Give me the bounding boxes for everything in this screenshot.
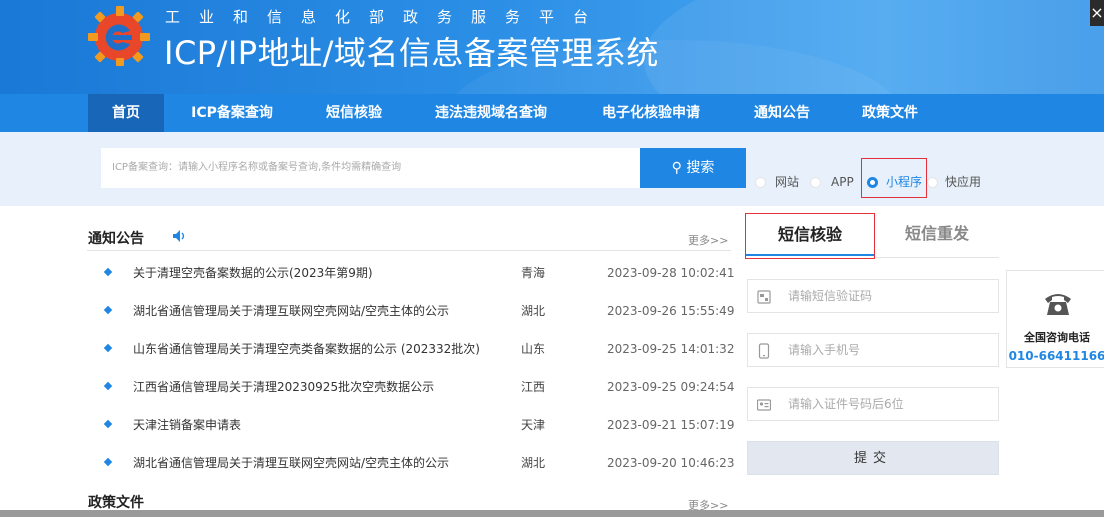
list-item[interactable]: 天津注销备案申请表 天津 2023-09-21 15:07:19 [87, 415, 735, 435]
notice-date: 2023-09-26 15:55:49 [607, 304, 735, 318]
policy-title: 政策文件 [88, 495, 144, 511]
search-icon: ⚲ [671, 160, 682, 176]
notice-title[interactable]: 山东省通信管理局关于清理空壳类备案数据的公示 (202332批次) [133, 339, 480, 359]
radio-label-website[interactable]: 网站 [775, 174, 799, 190]
radio-label-quickapp[interactable]: 快应用 [945, 174, 981, 190]
nav-item-policy[interactable]: 政策文件 [850, 94, 930, 132]
header-subtitle: 工业和信息化部政务服务平台 [165, 8, 608, 26]
bullet-icon [103, 305, 113, 315]
bullet-icon [103, 381, 113, 391]
list-item[interactable]: 关于清理空壳备案数据的公示(2023年第9期) 青海 2023-09-28 10… [87, 263, 735, 283]
notice-region: 江西 [521, 380, 546, 394]
tab-sms-resend[interactable]: 短信重发 [875, 213, 999, 258]
notice-region: 山东 [521, 342, 546, 356]
hotline-card: 全国咨询电话 010-66411166 [1006, 270, 1104, 368]
hotline-label: 全国咨询电话 [1024, 331, 1090, 344]
radio-label-app[interactable]: APP [831, 174, 854, 190]
notice-date: 2023-09-20 10:46:23 [607, 456, 735, 470]
sms-code-icon [757, 290, 771, 304]
notice-title[interactable]: 江西省通信管理局关于清理20230925批次空壳数据公示 [133, 377, 434, 397]
nav-item-icp-query[interactable]: ICP备案查询 [180, 94, 284, 132]
mobile-phone-icon [758, 343, 770, 359]
tab-sms-verify[interactable]: 短信核验 [745, 213, 875, 259]
main-nav: 首页 ICP备案查询 短信核验 违法违规域名查询 电子化核验申请 通知公告 政策… [0, 94, 1104, 132]
page-title: ICP/IP地址/域名信息备案管理系统 [164, 34, 659, 72]
nav-item-home[interactable]: 首页 [88, 94, 164, 132]
search-band: ICP备案查询：请输入小程序名称或备案号查询,条件均需精确查询 ⚲ 搜索 [0, 132, 1104, 206]
nav-item-notices[interactable]: 通知公告 [742, 94, 822, 132]
notice-region: 湖北 [521, 304, 546, 318]
list-item[interactable]: 湖北省通信管理局关于清理互联网空壳网站/空壳主体的公示 湖北 2023-09-2… [87, 301, 735, 321]
bullet-icon [103, 343, 113, 353]
list-item[interactable]: 山东省通信管理局关于清理空壳类备案数据的公示 (202332批次) 山东 202… [87, 339, 735, 359]
notice-region: 天津 [521, 418, 546, 432]
sms-code-placeholder: 请输短信验证码 [788, 289, 873, 303]
search-button-label: 搜索 [686, 160, 715, 176]
bullet-icon [103, 267, 113, 277]
miit-logo-icon [88, 6, 150, 66]
notices-title: 通知公告 [88, 231, 144, 247]
list-item[interactable]: 湖北省通信管理局关于清理互联网空壳网站/空壳主体的公示 湖北 2023-09-2… [87, 453, 735, 473]
bullet-icon [103, 419, 113, 429]
nav-item-electronic-verify[interactable]: 电子化核验申请 [592, 94, 710, 132]
notice-date: 2023-09-21 15:07:19 [607, 418, 735, 432]
notices-divider [87, 250, 731, 251]
radio-website[interactable] [755, 177, 766, 188]
site-header: 工业和信息化部政务服务平台 ICP/IP地址/域名信息备案管理系统 × [0, 0, 1104, 94]
notice-region: 青海 [521, 266, 546, 280]
speaker-icon [173, 230, 185, 242]
bullet-icon [103, 457, 113, 467]
notice-date: 2023-09-28 10:02:41 [607, 266, 735, 280]
list-item[interactable]: 江西省通信管理局关于清理20230925批次空壳数据公示 江西 2023-09-… [87, 377, 735, 397]
nav-item-sms-verify[interactable]: 短信核验 [314, 94, 394, 132]
radio-quickapp[interactable] [927, 177, 938, 188]
notice-title[interactable]: 关于清理空壳备案数据的公示(2023年第9期) [133, 263, 373, 283]
notice-region: 湖北 [521, 456, 546, 470]
phone-placeholder: 请输入手机号 [788, 343, 861, 357]
notice-date: 2023-09-25 09:24:54 [607, 380, 735, 394]
telephone-icon [1045, 294, 1071, 315]
tab-sms-verify-label: 短信核验 [777, 225, 842, 244]
close-button[interactable]: × [1090, 0, 1104, 26]
id-number-field[interactable]: 请输入证件号码后6位 [747, 387, 999, 421]
id-number-placeholder: 请输入证件号码后6位 [788, 397, 904, 411]
hotline-number: 010-66411166 [1008, 349, 1104, 363]
search-button[interactable]: ⚲ 搜索 [640, 148, 746, 188]
notice-title[interactable]: 湖北省通信管理局关于清理互联网空壳网站/空壳主体的公示 [133, 301, 449, 321]
radio-app[interactable] [810, 177, 821, 188]
notice-date: 2023-09-25 14:01:32 [607, 342, 735, 356]
search-input[interactable]: ICP备案查询：请输入小程序名称或备案号查询,条件均需精确查询 [101, 148, 641, 188]
id-card-icon [757, 399, 771, 411]
tab-active-indicator [746, 254, 874, 256]
notices-more-link[interactable]: 更多>> [688, 232, 728, 248]
sms-code-field[interactable]: 请输短信验证码 [747, 279, 999, 313]
notice-title[interactable]: 天津注销备案申请表 [133, 415, 241, 435]
submit-button[interactable]: 提交 [747, 441, 999, 475]
bottom-scroll-bar [0, 510, 1104, 517]
phone-field[interactable]: 请输入手机号 [747, 333, 999, 367]
nav-item-illegal-domain[interactable]: 违法违规域名查询 [425, 94, 557, 132]
selection-highlight [861, 158, 927, 198]
notice-title[interactable]: 湖北省通信管理局关于清理互联网空壳网站/空壳主体的公示 [133, 453, 449, 473]
